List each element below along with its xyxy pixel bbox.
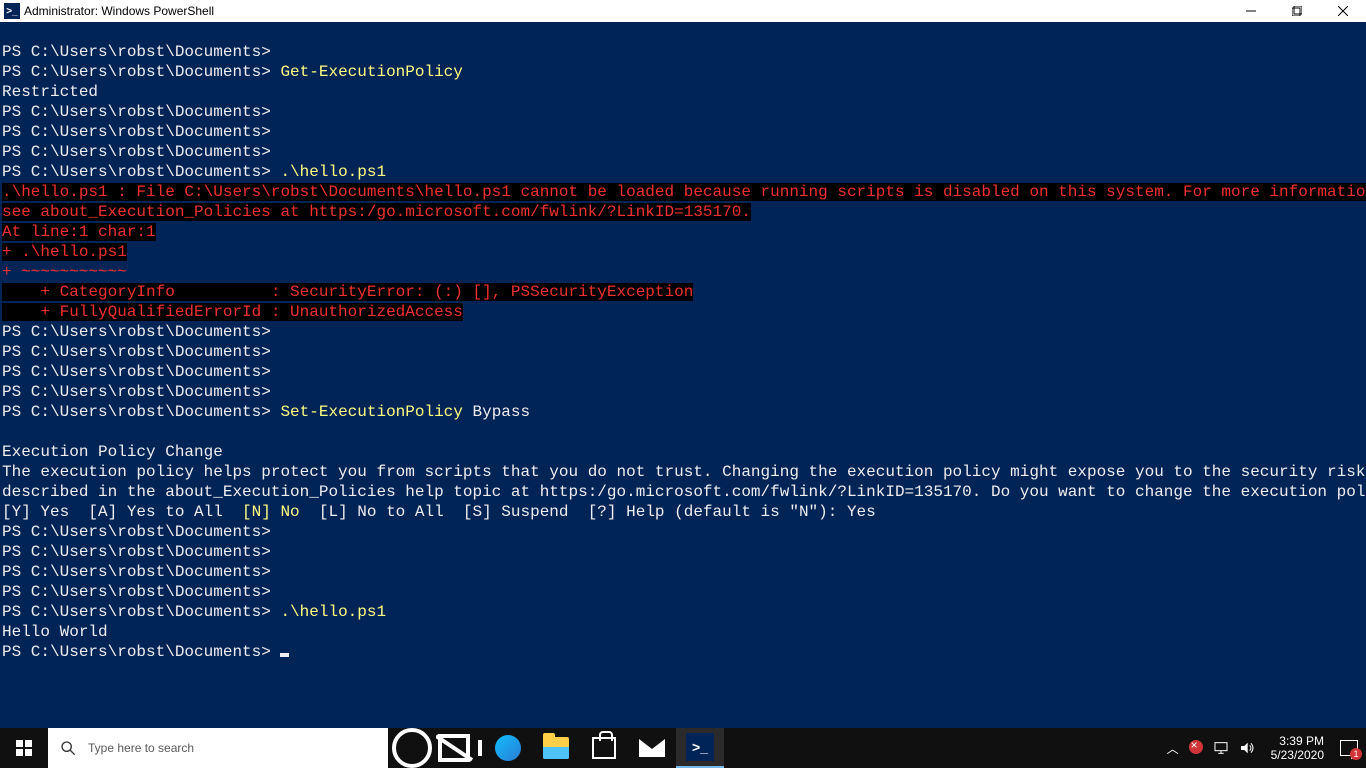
- error-line: At line:1 char:1: [2, 223, 156, 241]
- search-placeholder: Type here to search: [88, 741, 194, 755]
- error-line: + .\hello.ps1: [2, 243, 127, 261]
- prompt: PS C:\Users\robst\Documents>: [2, 103, 271, 121]
- prompt: PS C:\Users\robst\Documents>: [2, 583, 271, 601]
- command-arg: Bypass: [463, 403, 530, 421]
- policy-options: [L] No to All [S] Suspend [?] Help (defa…: [300, 503, 876, 521]
- prompt: PS C:\Users\robst\Documents>: [2, 363, 271, 381]
- command-text: Get-ExecutionPolicy: [280, 63, 462, 81]
- policy-body: described in the about_Execution_Policie…: [2, 483, 1366, 501]
- taskbar: Type here to search >_ ︿ 3:39 PM 5/23/20…: [0, 728, 1366, 768]
- edge-icon: [495, 735, 521, 761]
- clock-time: 3:39 PM: [1271, 734, 1324, 748]
- notification-badge: 1: [1350, 748, 1362, 760]
- close-button[interactable]: [1320, 0, 1366, 22]
- taskbar-clock[interactable]: 3:39 PM 5/23/2020: [1265, 734, 1330, 762]
- error-line: + ~~~~~~~~~~~: [2, 263, 127, 281]
- command-text: Set-ExecutionPolicy: [280, 403, 462, 421]
- taskbar-app-edge[interactable]: [484, 728, 532, 768]
- prompt: PS C:\Users\robst\Documents>: [2, 143, 271, 161]
- system-tray: ︿ 3:39 PM 5/23/2020 1: [1159, 728, 1366, 768]
- prompt: PS C:\Users\robst\Documents>: [2, 403, 271, 421]
- cursor: [280, 653, 289, 657]
- taskbar-app-store[interactable]: [580, 728, 628, 768]
- action-center-button[interactable]: 1: [1340, 740, 1358, 756]
- policy-header: Execution Policy Change: [2, 443, 223, 461]
- powershell-icon: >_: [4, 3, 20, 19]
- prompt: PS C:\Users\robst\Documents>: [2, 63, 271, 81]
- error-line: + FullyQualifiedErrorId : UnauthorizedAc…: [2, 303, 463, 321]
- prompt: PS C:\Users\robst\Documents>: [2, 603, 271, 621]
- clock-date: 5/23/2020: [1271, 748, 1324, 762]
- volume-icon[interactable]: [1239, 740, 1255, 756]
- network-icon[interactable]: [1213, 740, 1229, 756]
- output-line: Hello World: [2, 623, 108, 641]
- prompt: PS C:\Users\robst\Documents>: [2, 43, 271, 61]
- command-text: .\hello.ps1: [280, 163, 386, 181]
- taskbar-search[interactable]: Type here to search: [48, 728, 388, 768]
- error-line: see about_Execution_Policies at https:/g…: [2, 203, 751, 221]
- taskbar-app-explorer[interactable]: [532, 728, 580, 768]
- minimize-button[interactable]: [1228, 0, 1274, 22]
- mail-icon: [639, 739, 665, 757]
- maximize-button[interactable]: [1274, 0, 1320, 22]
- command-text: .\hello.ps1: [280, 603, 386, 621]
- error-line: .\hello.ps1 : File C:\Users\robst\Docume…: [2, 183, 1366, 201]
- output-line: Restricted: [2, 83, 98, 101]
- powershell-icon: >_: [686, 733, 714, 761]
- policy-body: The execution policy helps protect you f…: [2, 463, 1366, 481]
- tray-overflow-button[interactable]: ︿: [1167, 740, 1179, 757]
- task-view-button[interactable]: [436, 728, 484, 768]
- taskbar-app-mail[interactable]: [628, 728, 676, 768]
- prompt: PS C:\Users\robst\Documents>: [2, 323, 271, 341]
- search-icon: [60, 740, 76, 756]
- prompt: PS C:\Users\robst\Documents>: [2, 643, 271, 661]
- prompt: PS C:\Users\robst\Documents>: [2, 123, 271, 141]
- window-titlebar: >_ Administrator: Windows PowerShell: [0, 0, 1366, 22]
- window-title: Administrator: Windows PowerShell: [24, 4, 214, 18]
- error-line: + CategoryInfo : SecurityError: (:) [], …: [2, 283, 693, 301]
- prompt: PS C:\Users\robst\Documents>: [2, 163, 271, 181]
- policy-options: [Y] Yes [A] Yes to All: [2, 503, 242, 521]
- security-icon[interactable]: [1189, 740, 1203, 757]
- prompt: PS C:\Users\robst\Documents>: [2, 543, 271, 561]
- prompt: PS C:\Users\robst\Documents>: [2, 383, 271, 401]
- taskbar-app-powershell[interactable]: >_: [676, 728, 724, 768]
- folder-icon: [543, 737, 569, 759]
- terminal-output[interactable]: PS C:\Users\robst\Documents> PS C:\Users…: [0, 22, 1366, 728]
- start-button[interactable]: [0, 728, 48, 768]
- store-icon: [592, 737, 616, 759]
- prompt: PS C:\Users\robst\Documents>: [2, 563, 271, 581]
- policy-default-option: [N] No: [242, 503, 300, 521]
- prompt: PS C:\Users\robst\Documents>: [2, 523, 271, 541]
- cortana-button[interactable]: [388, 728, 436, 768]
- prompt: PS C:\Users\robst\Documents>: [2, 343, 271, 361]
